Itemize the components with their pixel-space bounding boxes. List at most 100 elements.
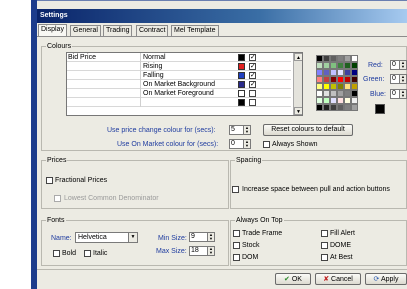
palette-swatch[interactable] (351, 69, 358, 76)
row-checkbox[interactable] (249, 90, 256, 97)
fractional-prices-checkbox[interactable] (46, 177, 53, 184)
max-size-input[interactable]: 18 ▲ ▼ (189, 246, 215, 256)
colour-swatch[interactable] (238, 90, 245, 97)
on-market-input[interactable]: 0 ▲ ▼ (229, 139, 251, 149)
spinner-icon[interactable]: ▲ ▼ (207, 232, 215, 242)
tab-contract[interactable]: Contract (136, 25, 169, 36)
table-row[interactable]: On Market Background (67, 79, 291, 89)
palette-swatch[interactable] (323, 83, 330, 90)
palette-swatch[interactable] (351, 62, 358, 69)
palette-swatch[interactable] (330, 69, 337, 76)
palette-swatch[interactable] (316, 83, 323, 90)
dom-checkbox[interactable] (233, 254, 240, 261)
palette-swatch[interactable] (330, 97, 337, 104)
reset-colours-button[interactable]: Reset colours to default (263, 124, 353, 136)
scroll-up-icon[interactable]: ▲ (294, 53, 302, 61)
table-row[interactable]: Falling (67, 70, 291, 80)
tab-trading[interactable]: Trading (103, 25, 133, 36)
palette-swatch[interactable] (316, 55, 323, 62)
spinner-icon[interactable]: ▲ ▼ (399, 89, 407, 99)
bold-checkbox[interactable] (53, 250, 60, 257)
palette-swatch[interactable] (316, 90, 323, 97)
always-shown-checkbox[interactable] (263, 141, 270, 148)
increase-space-checkbox[interactable] (232, 186, 239, 193)
table-row[interactable] (67, 98, 291, 107)
font-name-select[interactable]: Helvetica ▼ (75, 232, 138, 243)
palette-swatch[interactable] (330, 76, 337, 83)
spinner-icon[interactable]: ▲ ▼ (207, 246, 215, 256)
chevron-down-icon[interactable]: ▼ (128, 233, 137, 242)
colour-palette[interactable] (316, 55, 358, 113)
spinner-icon[interactable]: ▲ ▼ (243, 125, 251, 135)
ok-button[interactable]: ✔ OK (275, 273, 311, 285)
palette-swatch[interactable] (344, 69, 351, 76)
palette-swatch[interactable] (351, 55, 358, 62)
apply-button[interactable]: ⟳ Apply (365, 273, 407, 285)
palette-swatch[interactable] (337, 83, 344, 90)
palette-swatch[interactable] (337, 69, 344, 76)
red-input[interactable]: 0 ▲ ▼ (390, 60, 407, 70)
palette-swatch[interactable] (330, 83, 337, 90)
palette-swatch[interactable] (344, 104, 351, 111)
palette-swatch[interactable] (323, 104, 330, 111)
row-checkbox[interactable] (249, 79, 256, 89)
palette-swatch[interactable] (344, 83, 351, 90)
table-row[interactable]: On Market Foreground (67, 89, 291, 98)
palette-swatch[interactable] (316, 97, 323, 104)
colour-swatch[interactable] (238, 63, 245, 70)
tab-general[interactable]: General (70, 25, 101, 36)
palette-swatch[interactable] (316, 69, 323, 76)
green-input[interactable]: 0 ▲ ▼ (390, 74, 407, 84)
scroll-down-icon[interactable]: ▼ (294, 107, 302, 115)
table-scrollbar[interactable]: ▲ ▼ (293, 53, 302, 115)
colour-swatch[interactable] (238, 72, 245, 79)
palette-swatch[interactable] (351, 97, 358, 104)
cancel-button[interactable]: ✘ Cancel (315, 273, 361, 285)
blue-input[interactable]: 0 ▲ ▼ (390, 89, 407, 99)
row-checkbox[interactable] (249, 61, 256, 71)
stock-checkbox[interactable] (233, 242, 240, 249)
min-size-input[interactable]: 9 ▲ ▼ (189, 232, 215, 242)
palette-swatch[interactable] (337, 55, 344, 62)
palette-swatch[interactable] (337, 97, 344, 104)
tab-mel-template[interactable]: Mel Template (171, 25, 219, 36)
palette-swatch[interactable] (351, 83, 358, 90)
palette-swatch[interactable] (337, 104, 344, 111)
palette-swatch[interactable] (351, 76, 358, 83)
palette-swatch[interactable] (323, 76, 330, 83)
palette-swatch[interactable] (344, 97, 351, 104)
palette-swatch[interactable] (323, 55, 330, 62)
trade-frame-checkbox[interactable] (233, 230, 240, 237)
fill-alert-checkbox[interactable] (321, 230, 328, 237)
row-checkbox[interactable] (249, 53, 256, 62)
palette-swatch[interactable] (323, 62, 330, 69)
spinner-icon[interactable]: ▲ ▼ (399, 60, 407, 70)
row-checkbox[interactable] (249, 99, 256, 106)
palette-swatch[interactable] (344, 76, 351, 83)
colour-swatch[interactable] (238, 81, 245, 88)
italic-checkbox[interactable] (84, 250, 91, 257)
palette-swatch[interactable] (351, 104, 358, 111)
tab-display[interactable]: Display (38, 24, 67, 36)
palette-swatch[interactable] (330, 90, 337, 97)
palette-swatch[interactable] (316, 62, 323, 69)
table-row[interactable]: Bid Price Normal (67, 53, 291, 62)
palette-swatch[interactable] (337, 90, 344, 97)
table-row[interactable]: Rising (67, 61, 291, 71)
dome-checkbox[interactable] (321, 242, 328, 249)
colour-swatch[interactable] (238, 54, 245, 61)
price-change-input[interactable]: 5 ▲ ▼ (229, 125, 251, 135)
palette-swatch[interactable] (316, 104, 323, 111)
palette-swatch[interactable] (344, 90, 351, 97)
palette-swatch[interactable] (337, 62, 344, 69)
row-checkbox[interactable] (249, 70, 256, 80)
spinner-icon[interactable]: ▲ ▼ (399, 74, 407, 84)
palette-swatch[interactable] (323, 69, 330, 76)
palette-swatch[interactable] (330, 62, 337, 69)
palette-swatch[interactable] (316, 76, 323, 83)
palette-swatch[interactable] (323, 90, 330, 97)
palette-swatch[interactable] (330, 55, 337, 62)
spinner-icon[interactable]: ▲ ▼ (243, 139, 251, 149)
palette-swatch[interactable] (351, 90, 358, 97)
palette-swatch[interactable] (344, 55, 351, 62)
